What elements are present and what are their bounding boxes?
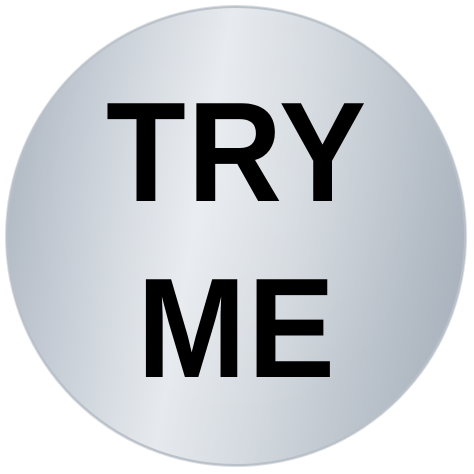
- sticker-text-line-1: TRY: [106, 73, 368, 232]
- sticker-canvas: TRY ME: [0, 0, 474, 474]
- sticker-text-line-2: ME: [137, 249, 337, 408]
